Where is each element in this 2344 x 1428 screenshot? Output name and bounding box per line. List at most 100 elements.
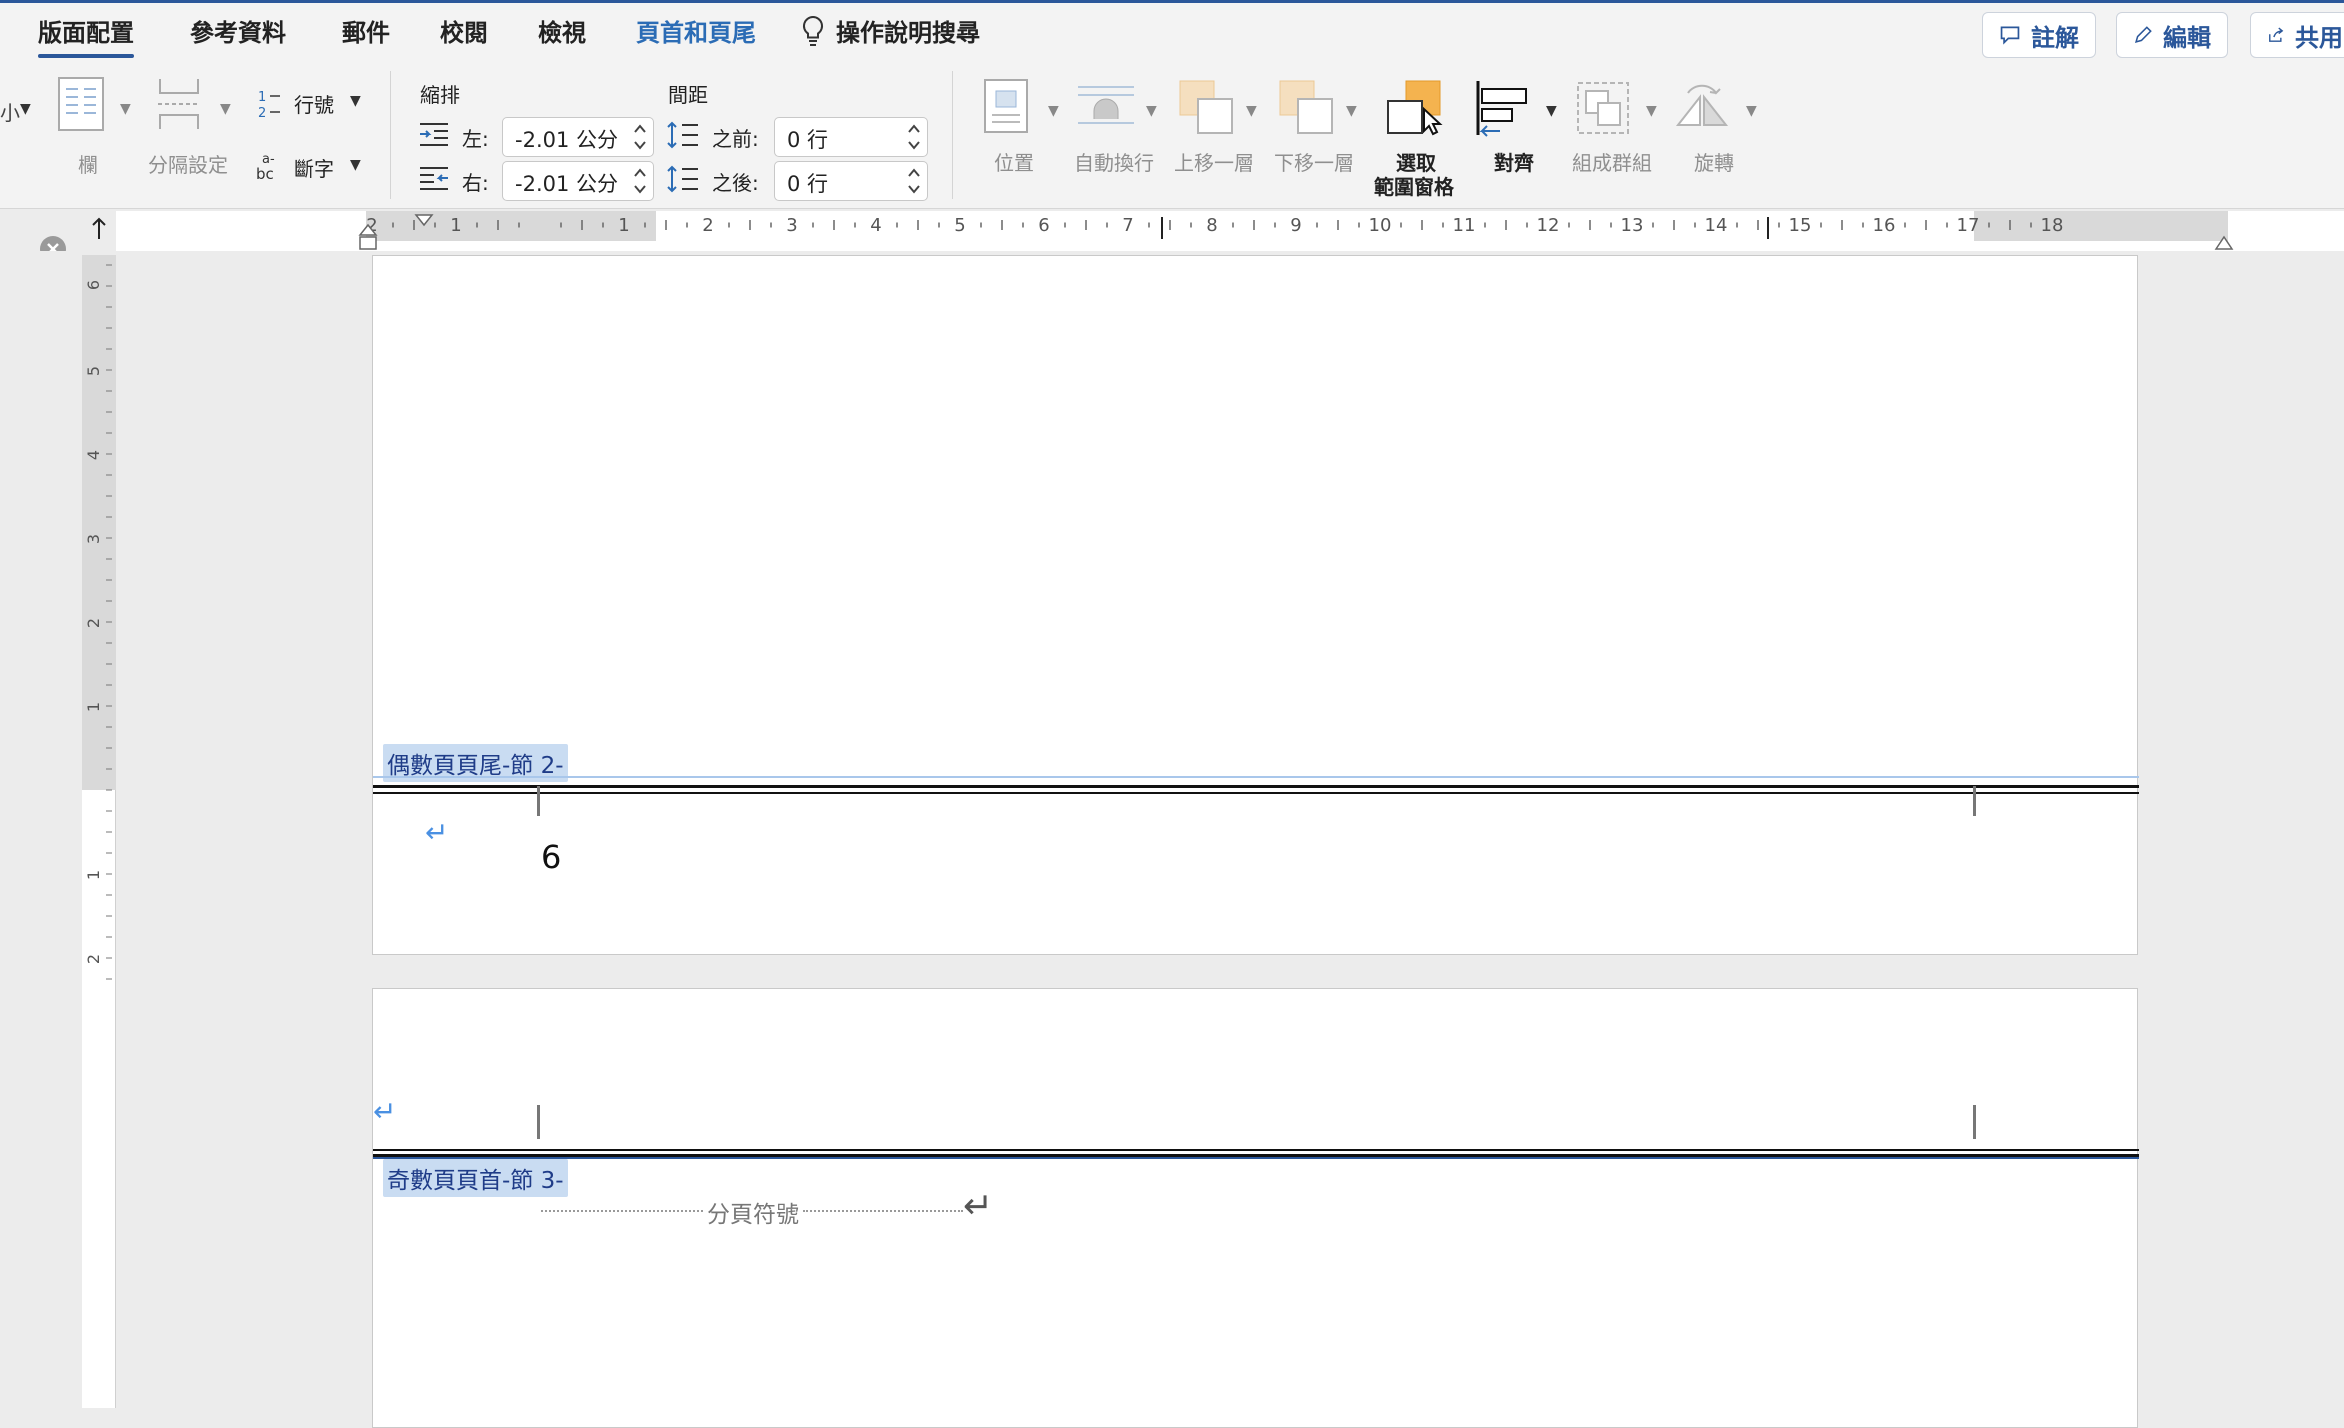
wrap-text-icon[interactable] (1076, 83, 1136, 133)
rotate-icon[interactable] (1674, 79, 1734, 137)
document-page[interactable]: 偶數頁頁尾-節 2- ↵ 6 (372, 255, 2139, 955)
breaks-dropdown-icon[interactable]: ▼ (220, 101, 231, 117)
tab-review[interactable]: 校閱 (440, 13, 488, 48)
left-indent-marker[interactable] (359, 236, 377, 250)
tab-stop-mark (1973, 1105, 1976, 1139)
edit-mode-button[interactable]: 編輯 (2116, 12, 2228, 58)
tab-layout[interactable]: 版面配置 (38, 13, 134, 58)
size-label-fragment: 小 (0, 101, 20, 125)
lightbulb-icon (802, 15, 824, 46)
vertical-ruler[interactable]: 6 5 4 3 2 1 1 2 (82, 255, 116, 1408)
tab-selector-icon[interactable] (88, 213, 110, 243)
ruler-label: 14 (1705, 215, 1728, 236)
paragraph-mark: ↵ (373, 1095, 397, 1128)
footer-border-thick (373, 785, 2139, 788)
align-dropdown-icon[interactable]: ▼ (1546, 103, 1557, 119)
ruler-label: 2 (702, 215, 713, 236)
ribbon-layout-panel: ▼ 小 ▼ 欄 ▼ 分隔設定 12 行號 ▼ a-bc 斷字 ▼ 縮排 左: -… (0, 61, 2344, 209)
spinner-icon[interactable] (633, 164, 647, 198)
ruler-label: 2 (84, 618, 103, 628)
bring-forward-icon[interactable] (1178, 79, 1234, 135)
chevron-down-icon[interactable]: ▼ (20, 101, 31, 117)
group-icon[interactable] (1574, 79, 1632, 137)
columns-dropdown-icon[interactable]: ▼ (120, 101, 131, 117)
line-numbers-dropdown-icon[interactable]: ▼ (350, 93, 361, 109)
group-label: 組成群組 (1572, 151, 1652, 175)
bring-forward-dropdown-icon[interactable]: ▼ (1246, 103, 1257, 119)
tab-references[interactable]: 參考資料 (190, 13, 286, 48)
ruler-label: 1 (618, 215, 629, 236)
right-indent-marker[interactable] (2214, 235, 2234, 250)
first-line-indent-marker[interactable] (414, 214, 434, 227)
hyphenation-label[interactable]: 斷字 (294, 153, 334, 182)
selection-pane-icon[interactable] (1386, 79, 1446, 137)
spacing-before-value: 0 行 (787, 128, 829, 152)
indent-right-icon (420, 167, 448, 190)
hyphenation-dropdown-icon[interactable]: ▼ (350, 157, 361, 173)
ruler-strip[interactable]: 2 1 1 2 3 4 5 6 7 8 9 10 11 12 13 14 15 16 17 18 (116, 211, 2344, 251)
breaks-icon[interactable] (156, 77, 202, 131)
document-page[interactable]: ↵ 奇數頁頁首-節 3- 分頁符號 ↵ (372, 988, 2139, 1428)
send-backward-icon[interactable] (1278, 79, 1334, 135)
line-numbers-icon[interactable]: 12 (256, 87, 282, 121)
comments-label: 註解 (2031, 23, 2079, 52)
spacing-before-icon (667, 121, 698, 149)
footer-boundary-line (373, 776, 2139, 778)
ruler-label: 10 (1369, 215, 1392, 236)
close-header-footer-icon[interactable] (38, 211, 68, 251)
ruler-label: 13 (1621, 215, 1644, 236)
position-label: 位置 (994, 151, 1034, 175)
spacing-after-icon (667, 165, 698, 193)
spacing-group-title: 間距 (668, 83, 708, 107)
ruler-label: 18 (2041, 215, 2064, 236)
group-dropdown-icon[interactable]: ▼ (1646, 103, 1657, 119)
rotate-dropdown-icon[interactable]: ▼ (1746, 103, 1757, 119)
share-label: 共用 (2295, 23, 2343, 52)
spacing-after-field[interactable]: 0 行 (774, 161, 928, 201)
breaks-label: 分隔設定 (148, 153, 228, 177)
indent-left-field[interactable]: -2.01 公分 (502, 117, 654, 157)
svg-text:bc: bc (256, 165, 274, 183)
ruler-v-ticks: 6 5 4 3 2 1 1 2 (84, 264, 112, 980)
wrap-text-label: 自動換行 (1074, 151, 1154, 175)
wrap-text-dropdown-icon[interactable]: ▼ (1146, 103, 1157, 119)
page-number[interactable]: 6 (541, 838, 561, 876)
position-icon[interactable] (984, 79, 1028, 133)
share-button[interactable]: 共用 (2250, 12, 2344, 58)
ruler-label: 9 (1290, 215, 1301, 236)
tell-me-search[interactable]: 操作說明搜尋 (800, 13, 980, 48)
indent-left-value: -2.01 公分 (515, 128, 619, 152)
header-section-tag[interactable]: 奇數頁頁首-節 3- (383, 1159, 568, 1197)
send-backward-label: 下移一層 (1274, 151, 1354, 175)
align-icon[interactable] (1474, 79, 1534, 137)
ribbon-separator (390, 71, 391, 199)
hyphenation-icon[interactable]: a-bc (254, 149, 284, 183)
bring-forward-label: 上移一層 (1174, 151, 1254, 175)
spinner-icon[interactable] (633, 120, 647, 154)
indent-right-label: 右: (462, 171, 489, 195)
ruler-label: 4 (84, 450, 103, 460)
comments-button[interactable]: 註解 (1982, 12, 2096, 58)
indent-left-label: 左: (462, 127, 489, 151)
indent-right-value: -2.01 公分 (515, 172, 619, 196)
ruler-label: 2 (84, 954, 103, 964)
spinner-icon[interactable] (907, 120, 921, 154)
page-break-return-icon: ↵ (963, 1185, 994, 1227)
tab-mailings[interactable]: 郵件 (342, 13, 390, 48)
indent-right-field[interactable]: -2.01 公分 (502, 161, 654, 201)
ruler-label: 16 (1873, 215, 1896, 236)
spinner-icon[interactable] (907, 164, 921, 198)
tab-header-footer[interactable]: 頁首和頁尾 (636, 13, 756, 48)
indent-group-title: 縮排 (420, 83, 460, 107)
ruler-label: 12 (1537, 215, 1560, 236)
send-backward-dropdown-icon[interactable]: ▼ (1346, 103, 1357, 119)
position-dropdown-icon[interactable]: ▼ (1048, 103, 1059, 119)
spacing-before-field[interactable]: 0 行 (774, 117, 928, 157)
tab-view[interactable]: 檢視 (538, 13, 586, 48)
ruler-label: 5 (954, 215, 965, 236)
pencil-icon (2134, 26, 2152, 44)
spacing-after-label: 之後: (712, 171, 759, 195)
line-numbers-label[interactable]: 行號 (294, 89, 334, 118)
page-break-marker[interactable]: 分頁符號 ↵ (541, 1186, 993, 1229)
columns-icon[interactable] (58, 77, 104, 131)
